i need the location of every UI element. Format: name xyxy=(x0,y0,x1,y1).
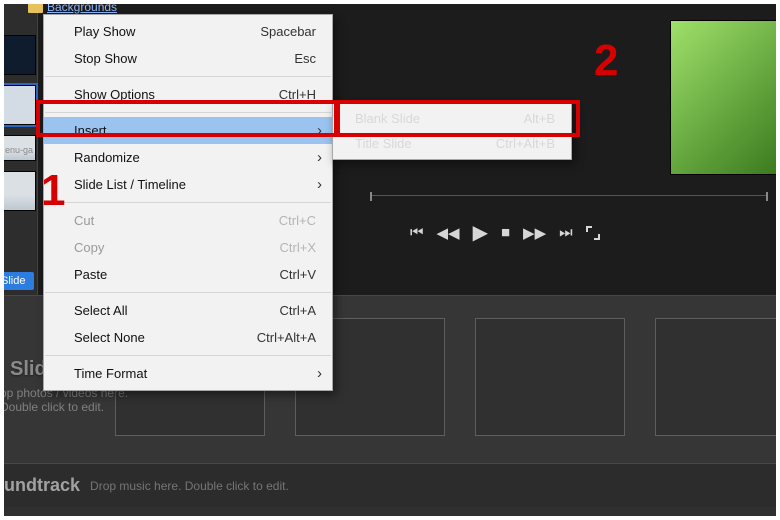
menu-item-label: Stop Show xyxy=(74,50,137,67)
list-item[interactable] xyxy=(0,35,36,75)
menu-separator xyxy=(45,112,331,113)
menu-item-label: Slide List / Timeline xyxy=(74,176,186,193)
menu-item-shortcut: Ctrl+C xyxy=(279,212,316,229)
menu-item-shortcut: Ctrl+A xyxy=(280,302,316,319)
slide-slot[interactable] xyxy=(655,318,780,436)
menu-item: Cut Ctrl+C xyxy=(44,207,332,234)
side-label: enu-ga xyxy=(0,145,38,155)
menu-item-shortcut: Ctrl+Alt+A xyxy=(257,329,316,346)
submenu-item-label: Title Slide xyxy=(355,136,412,151)
list-item[interactable] xyxy=(0,171,36,211)
submenu-item-shortcut: Ctrl+Alt+B xyxy=(496,136,555,151)
menu-item-label: Select None xyxy=(74,329,145,346)
menu-item-label: Play Show xyxy=(74,23,135,40)
menu-item[interactable]: Time Format xyxy=(44,360,332,387)
timeline-bar[interactable] xyxy=(370,195,768,203)
submenu-item[interactable]: Title Slide Ctrl+Alt+B xyxy=(333,131,571,156)
menu-item-shortcut: Esc xyxy=(294,50,316,67)
menu-item[interactable]: Show Options Ctrl+H xyxy=(44,81,332,108)
rewind-icon[interactable]: ◀◀ xyxy=(437,224,460,242)
thumbnail-column xyxy=(0,35,38,221)
soundtrack-title: undtrack xyxy=(4,475,80,496)
menu-item-label: Time Format xyxy=(74,365,147,382)
slide-slot[interactable] xyxy=(475,318,625,436)
menu-item-shortcut: Ctrl+X xyxy=(280,239,316,256)
menu-item[interactable]: Select All Ctrl+A xyxy=(44,297,332,324)
menu-item-label: Cut xyxy=(74,212,94,229)
menu-item-label: Copy xyxy=(74,239,104,256)
menu-item[interactable]: Slide List / Timeline xyxy=(44,171,332,198)
menu-item[interactable]: Randomize xyxy=(44,144,332,171)
insert-submenu: Blank Slide Alt+B Title Slide Ctrl+Alt+B xyxy=(332,102,572,160)
menu-item[interactable]: Paste Ctrl+V xyxy=(44,261,332,288)
slide-button[interactable]: Slide xyxy=(0,272,34,290)
menu-item-label: Select All xyxy=(74,302,127,319)
menu-item[interactable]: Play Show Spacebar xyxy=(44,18,332,45)
menu-item-label: Randomize xyxy=(74,149,140,166)
submenu-item-label: Blank Slide xyxy=(355,111,420,126)
menu-item[interactable]: Stop Show Esc xyxy=(44,45,332,72)
folder-icon xyxy=(28,1,43,13)
context-menu: Play Show Spacebar Stop Show Esc Show Option… xyxy=(43,14,333,391)
soundtrack-hint: Drop music here. Double click to edit. xyxy=(90,479,289,493)
list-item[interactable] xyxy=(0,85,36,125)
menu-separator xyxy=(45,355,331,356)
menu-item: Copy Ctrl+X xyxy=(44,234,332,261)
menu-item-shortcut: Spacebar xyxy=(260,23,316,40)
menu-item-shortcut: Ctrl+H xyxy=(279,86,316,103)
menu-item[interactable]: Insert xyxy=(44,117,332,144)
menu-item-label: Insert xyxy=(74,122,107,139)
folder-label: Backgrounds xyxy=(47,0,117,14)
submenu-item-shortcut: Alt+B xyxy=(524,111,555,126)
menu-item-label: Show Options xyxy=(74,86,155,103)
preview-panel xyxy=(670,20,780,175)
menu-item-shortcut: Ctrl+V xyxy=(280,266,316,283)
folder-breadcrumb[interactable]: Backgrounds xyxy=(28,0,117,14)
menu-separator xyxy=(45,76,331,77)
menu-separator xyxy=(45,202,331,203)
play-icon[interactable]: ▶ xyxy=(473,220,488,245)
menu-item[interactable]: Select None Ctrl+Alt+A xyxy=(44,324,332,351)
menu-item-label: Paste xyxy=(74,266,107,283)
skip-start-icon[interactable]: ⏮ xyxy=(410,224,424,241)
menu-separator xyxy=(45,292,331,293)
fast-forward-icon[interactable]: ▶▶ xyxy=(523,224,546,242)
fullscreen-icon[interactable] xyxy=(586,226,600,240)
soundtrack-panel[interactable]: undtrack Drop music here. Double click t… xyxy=(0,463,780,507)
submenu-item[interactable]: Blank Slide Alt+B xyxy=(333,106,571,131)
skip-end-icon[interactable]: ⏭ xyxy=(559,224,573,241)
transport-controls: ⏮ ◀◀ ▶ ■ ▶▶ ⏭ xyxy=(410,220,600,245)
stop-icon[interactable]: ■ xyxy=(501,224,510,241)
hint-line: Double click to edit. xyxy=(0,400,128,414)
